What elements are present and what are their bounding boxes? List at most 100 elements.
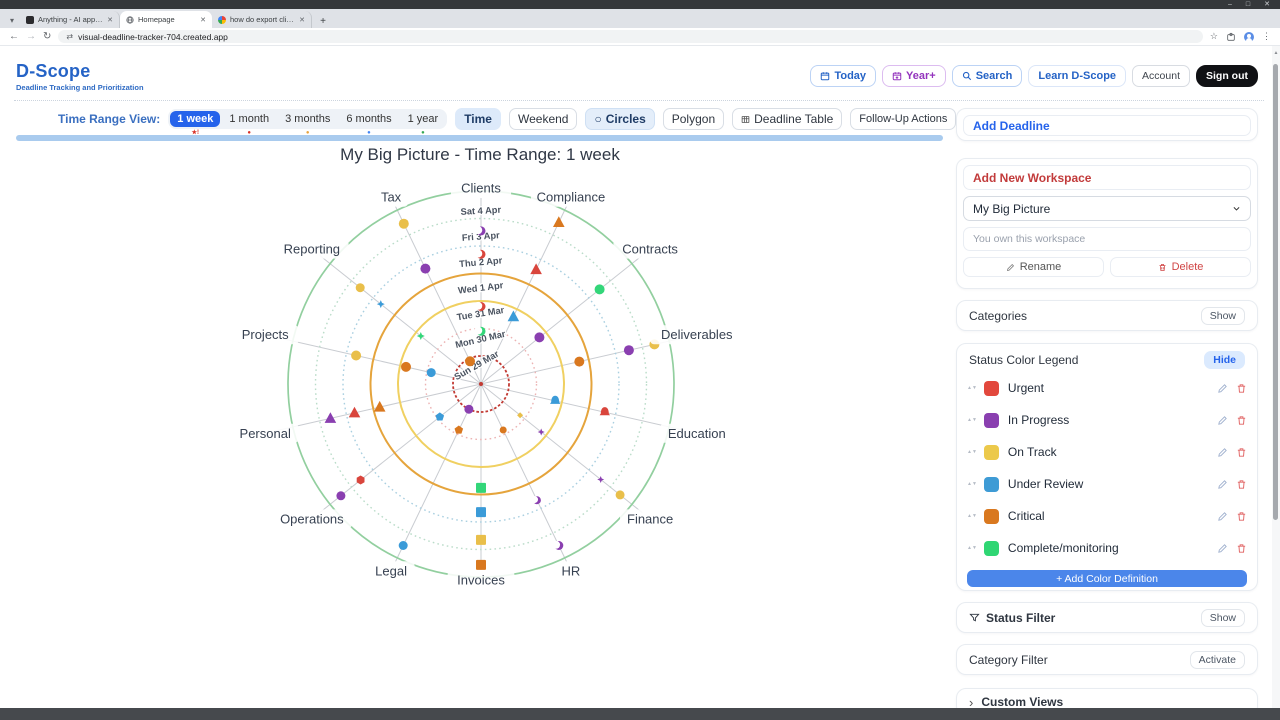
add-workspace-button[interactable]: Add New Workspace <box>963 165 1251 190</box>
tab-close-icon[interactable]: ✕ <box>299 16 305 24</box>
chart-category-label-invoices[interactable]: Invoices <box>448 571 515 590</box>
window-maximize-button[interactable]: □ <box>1246 1 1250 8</box>
chart-category-label-legal[interactable]: Legal <box>368 561 415 580</box>
edit-icon[interactable] <box>1217 415 1228 426</box>
browser-tab-anything[interactable]: Anything - AI app builder ✕ <box>20 11 120 28</box>
chart-point-tax[interactable] <box>465 356 475 366</box>
range-3-months[interactable]: 3 months● <box>278 111 337 127</box>
edit-icon[interactable] <box>1217 511 1228 522</box>
chart-point-compliance[interactable] <box>553 216 565 227</box>
add-deadline-button[interactable]: Add Deadline <box>963 115 1251 136</box>
chart-point-finance[interactable] <box>616 490 625 499</box>
tab-close-icon[interactable]: ✕ <box>107 16 113 24</box>
chart-point-hr[interactable] <box>531 496 541 504</box>
chart-category-label-finance[interactable]: Finance <box>620 509 680 528</box>
chart-point-operations[interactable] <box>357 476 365 485</box>
edit-icon[interactable] <box>1217 447 1228 458</box>
bookmark-icon[interactable]: ☆ <box>1210 31 1218 42</box>
chart-point-deliverables[interactable] <box>624 345 634 355</box>
chart-point-projects[interactable] <box>401 362 411 372</box>
chart-point-legal[interactable] <box>464 405 473 414</box>
weekend-toggle-button[interactable]: Weekend <box>509 108 577 130</box>
chart-category-label-contracts[interactable]: Contracts <box>613 240 686 259</box>
delete-icon[interactable] <box>1236 511 1247 522</box>
workspace-select[interactable]: My Big Picture <box>963 196 1251 221</box>
range-6-months[interactable]: 6 months● <box>339 111 398 127</box>
add-color-definition-button[interactable]: + Add Color Definition <box>967 570 1247 587</box>
rename-workspace-button[interactable]: Rename <box>963 257 1104 277</box>
chart-point-legal[interactable] <box>399 541 408 550</box>
chart-point-education[interactable] <box>600 407 610 415</box>
legend-hide-button[interactable]: Hide <box>1204 351 1245 369</box>
time-toggle-button[interactable]: Time <box>455 108 501 130</box>
learn-button[interactable]: Learn D-Scope <box>1028 65 1126 87</box>
address-bar[interactable]: ⇄ visual-deadline-tracker-704.created.ap… <box>58 30 1203 43</box>
delete-icon[interactable] <box>1236 479 1247 490</box>
chart-category-label-education[interactable]: Education <box>660 424 733 443</box>
color-swatch[interactable] <box>984 381 999 396</box>
window-close-button[interactable]: ✕ <box>1264 1 1270 8</box>
polygon-view-button[interactable]: Polygon <box>663 108 724 130</box>
reorder-handle[interactable]: ▲▼ <box>967 386 977 391</box>
chart-category-label-compliance[interactable]: Compliance <box>531 188 611 207</box>
reorder-handle[interactable]: ▲▼ <box>967 482 977 487</box>
reorder-handle[interactable]: ▲▼ <box>967 450 977 455</box>
chart-point-deliverables[interactable] <box>574 357 584 367</box>
chart-point-compliance[interactable] <box>508 311 520 322</box>
delete-icon[interactable] <box>1236 543 1247 554</box>
browser-menu-icon[interactable]: ⋮ <box>1262 31 1271 42</box>
circles-view-button[interactable]: ○Circles <box>585 108 654 130</box>
extensions-icon[interactable] <box>1226 32 1236 42</box>
chart-point-invoices[interactable] <box>476 507 486 517</box>
status-filter-show-button[interactable]: Show <box>1201 609 1245 627</box>
edit-icon[interactable] <box>1217 383 1228 394</box>
color-swatch[interactable] <box>984 445 999 460</box>
forward-icon[interactable]: → <box>26 32 36 42</box>
reload-icon[interactable]: ↻ <box>43 32 51 42</box>
chart-category-label-hr[interactable]: HR <box>557 561 584 580</box>
chart-point-contracts[interactable] <box>534 332 544 342</box>
search-button[interactable]: Search <box>952 65 1023 87</box>
signout-button[interactable]: Sign out <box>1196 65 1258 87</box>
color-swatch[interactable] <box>984 509 999 524</box>
back-icon[interactable]: ← <box>9 32 19 42</box>
delete-icon[interactable] <box>1236 415 1247 426</box>
chart-category-label-projects[interactable]: Projects <box>232 325 299 344</box>
chart-point-operations[interactable] <box>336 491 345 500</box>
scrollbar-up-arrow[interactable]: ▲ <box>1273 50 1279 56</box>
edit-icon[interactable] <box>1217 543 1228 554</box>
chart-category-label-tax[interactable]: Tax <box>374 188 408 207</box>
chart-category-label-operations[interactable]: Operations <box>272 509 352 528</box>
year-plus-button[interactable]: Year+ <box>882 65 946 87</box>
new-tab-button[interactable]: + <box>316 14 330 28</box>
chart-point-projects[interactable] <box>351 351 361 361</box>
window-minimize-button[interactable]: – <box>1228 1 1232 8</box>
chart-point-tax[interactable] <box>420 264 430 274</box>
chart-category-label-personal[interactable]: Personal <box>232 424 299 443</box>
delete-workspace-button[interactable]: Delete <box>1110 257 1251 277</box>
range-1-week[interactable]: 1 week★! <box>170 111 220 127</box>
categories-show-button[interactable]: Show <box>1201 307 1245 325</box>
tab-close-icon[interactable]: ✕ <box>200 16 206 24</box>
page-scrollbar-thumb[interactable] <box>1273 64 1278 520</box>
chart-point-education[interactable] <box>550 396 560 404</box>
delete-icon[interactable] <box>1236 447 1247 458</box>
followup-actions-button[interactable]: Follow-Up Actions <box>850 108 956 130</box>
chart-point-reporting[interactable] <box>356 283 365 292</box>
category-filter-activate-button[interactable]: Activate <box>1190 651 1245 669</box>
chart-category-label-reporting[interactable]: Reporting <box>275 240 348 259</box>
chart-point-compliance[interactable] <box>530 263 542 274</box>
chart-point-invoices[interactable] <box>476 560 486 570</box>
color-swatch[interactable] <box>984 413 999 428</box>
horizontal-scrollbar[interactable] <box>16 135 943 141</box>
chart-point-invoices[interactable] <box>476 483 486 493</box>
color-swatch[interactable] <box>984 541 999 556</box>
chart-point-contracts[interactable] <box>595 284 605 294</box>
range-1-month[interactable]: 1 month● <box>222 111 276 127</box>
reorder-handle[interactable]: ▲▼ <box>967 514 977 519</box>
chart-point-projects[interactable] <box>427 368 436 377</box>
deadline-table-button[interactable]: Deadline Table <box>732 108 842 130</box>
profile-avatar[interactable] <box>1244 32 1254 42</box>
browser-tab-clipchamp[interactable]: how do export clipchamp file ... ✕ <box>212 11 312 28</box>
chart-point-hr[interactable] <box>552 541 563 550</box>
